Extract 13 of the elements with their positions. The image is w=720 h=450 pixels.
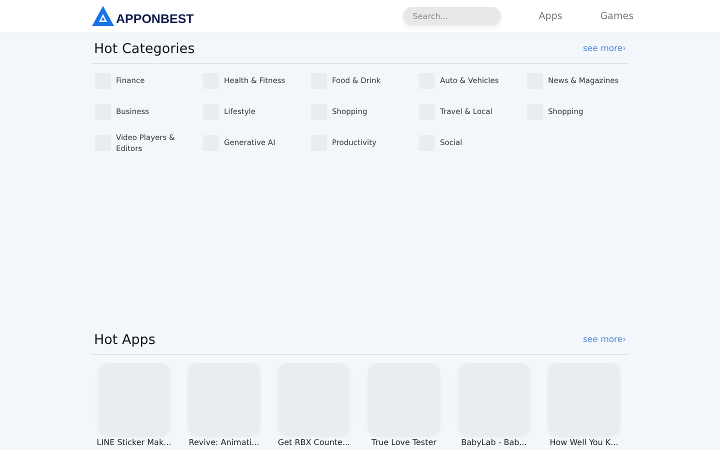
app-name[interactable]: BabyLab - Bab... [461,438,527,448]
app-name[interactable]: Get RBX Counte... [278,438,350,448]
section-title: Hot Apps [94,332,156,348]
app-name[interactable]: How Well You K... [550,438,618,448]
app-name[interactable]: LINE Sticker Mak... [96,438,172,448]
search-field[interactable]: Search... [402,7,501,25]
app-name[interactable]: Revive: Animati... [188,438,260,448]
logo-text[interactable]: APPONBEST [116,12,194,26]
nav-link[interactable]: Apps [538,10,562,22]
app-name[interactable]: True Love Tester [372,438,436,448]
logo-icon [92,6,114,26]
nav-link[interactable]: Games [600,10,634,22]
section-title: Hot Categories [94,41,195,57]
